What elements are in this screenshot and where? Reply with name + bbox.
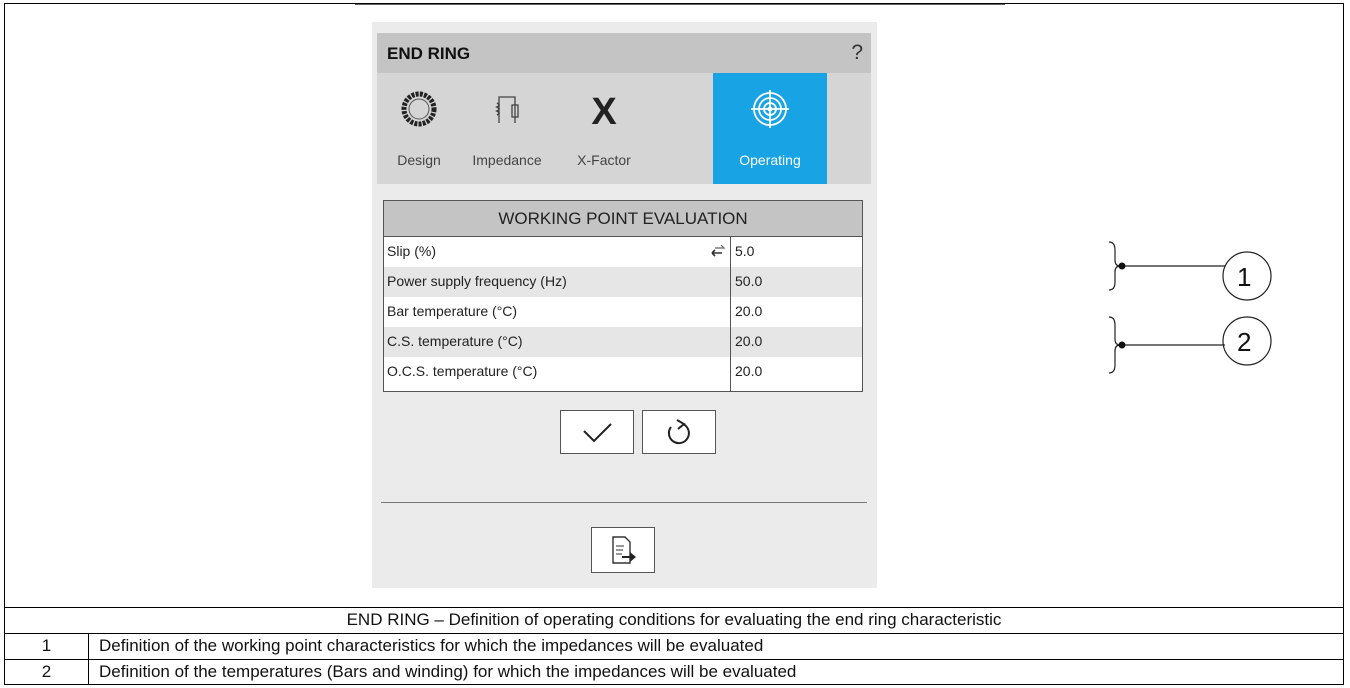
caption-title-row: END RING – Definition of operating condi… (5, 607, 1343, 633)
figure-area: END RING ? Design Impedance X X-Factor O… (5, 4, 1343, 607)
caption-title: END RING – Definition of operating condi… (346, 610, 1002, 629)
caption-num: 2 (5, 660, 89, 685)
caption-row: 2 Definition of the temperatures (Bars a… (5, 659, 1343, 685)
caption-table: END RING – Definition of operating condi… (5, 607, 1343, 685)
callout-1: 1 (1237, 262, 1252, 292)
caption-row: 1 Definition of the working point charac… (5, 633, 1343, 659)
caption-text: Definition of the temperatures (Bars and… (99, 662, 797, 681)
caption-text: Definition of the working point characte… (99, 636, 764, 655)
document-frame: END RING ? Design Impedance X X-Factor O… (4, 3, 1344, 685)
caption-num: 1 (5, 634, 89, 659)
callout-2: 2 (1237, 327, 1252, 357)
callout-overlay (1108, 241, 1272, 374)
